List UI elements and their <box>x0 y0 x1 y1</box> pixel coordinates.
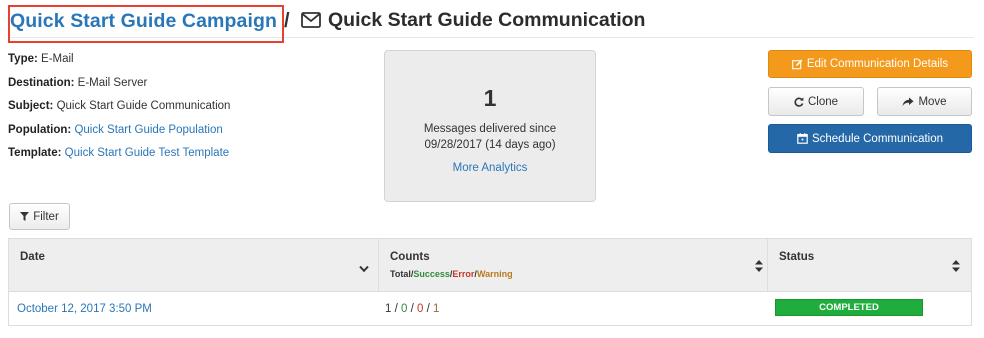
counts-legend-success: Success <box>413 269 450 279</box>
move-button[interactable]: Move <box>877 87 972 116</box>
column-header-counts-label: Counts <box>390 251 430 263</box>
sort-icon <box>755 260 763 272</box>
counts-legend: Total/Success/Error/Warning <box>390 269 513 279</box>
detail-type: Type: E-Mail <box>8 51 230 75</box>
column-header-status-label: Status <box>779 251 815 263</box>
filter-icon <box>20 212 30 221</box>
row-count-sep: / <box>391 303 401 315</box>
page-header: Quick Start Guide Campaign / Quick Start… <box>8 2 974 43</box>
edit-communication-details-label: Edit Communication Details <box>806 58 949 70</box>
schedule-communication-label: Schedule Communication <box>811 132 944 145</box>
breadcrumb-separator: / <box>284 10 290 32</box>
schedule-communication-button[interactable]: Schedule Communication <box>768 124 972 153</box>
edit-communication-details-button[interactable]: Edit Communication Details <box>768 50 972 78</box>
template-label: Template: <box>8 147 62 159</box>
table-row: October 12, 2017 3:50 PM 1 / 0 / 0 / 1 C… <box>9 293 971 326</box>
filter-button[interactable]: Filter <box>9 203 70 230</box>
filter-label: Filter <box>33 210 59 223</box>
campaign-breadcrumb-link[interactable]: Quick Start Guide Campaign <box>8 5 284 43</box>
row-counts: 1 / 0 / 0 / 1 <box>385 293 439 326</box>
detail-template: Template: Quick Start Guide Test Templat… <box>8 145 230 169</box>
column-header-counts[interactable]: Counts Total/Success/Error/Warning <box>379 239 768 292</box>
messages-delivered-text: Messages delivered since <box>423 123 557 135</box>
delivery-history-table: Date Counts Total/Success/Error/Warning … <box>8 238 972 326</box>
messages-delivered-since-date: 09/28/2017 (14 days ago) <box>424 139 556 151</box>
subject-label: Subject: <box>8 100 54 112</box>
column-header-date[interactable]: Date <box>9 239 379 292</box>
page-title: Quick Start Guide Communication <box>328 9 646 31</box>
envelope-icon <box>301 12 321 28</box>
counts-legend-warning: Warning <box>476 269 513 279</box>
destination-value: E-Mail Server <box>77 76 148 89</box>
row-count-sep: / <box>423 303 433 315</box>
clone-button[interactable]: Clone <box>768 87 864 116</box>
row-count-warning: 1 <box>433 303 440 315</box>
detail-subject: Subject: Quick Start Guide Communication <box>8 98 230 122</box>
column-header-status[interactable]: Status <box>768 239 971 292</box>
refresh-icon <box>794 96 804 107</box>
counts-legend-error: Error <box>452 269 475 279</box>
type-label: Type: <box>8 53 38 65</box>
row-date-link[interactable]: October 12, 2017 3:50 PM <box>17 293 152 326</box>
calendar-icon <box>797 133 808 144</box>
population-label: Population: <box>8 123 72 136</box>
sort-icon <box>952 260 960 272</box>
more-analytics-link[interactable]: More Analytics <box>385 161 595 176</box>
edit-icon <box>792 59 803 69</box>
destination-label: Destination: <box>8 76 75 89</box>
communication-details: Type: E-Mail Destination: E-Mail Server … <box>8 51 230 169</box>
clone-label: Clone <box>807 95 839 108</box>
status-badge: COMPLETED <box>775 299 923 316</box>
share-arrow-icon <box>902 97 914 106</box>
template-link[interactable]: Quick Start Guide Test Template <box>65 147 230 159</box>
column-header-date-label: Date <box>20 251 45 263</box>
table-header: Date Counts Total/Success/Error/Warning … <box>9 239 971 292</box>
counts-legend-total: Total <box>390 269 411 279</box>
move-label: Move <box>918 95 947 108</box>
delivery-stats-panel: 1 Messages delivered since 09/28/2017 (1… <box>384 50 596 202</box>
campaign-breadcrumb-label[interactable]: Quick Start Guide Campaign <box>10 10 277 32</box>
population-link[interactable]: Quick Start Guide Population <box>74 124 222 136</box>
detail-population: Population: Quick Start Guide Population <box>8 122 230 146</box>
subject-value: Quick Start Guide Communication <box>56 100 231 112</box>
row-count-sep: / <box>407 303 417 315</box>
messages-delivered-count: 1 <box>483 85 497 111</box>
type-value: E-Mail <box>41 53 74 65</box>
chevron-down-icon <box>359 265 369 273</box>
detail-destination: Destination: E-Mail Server <box>8 75 230 99</box>
